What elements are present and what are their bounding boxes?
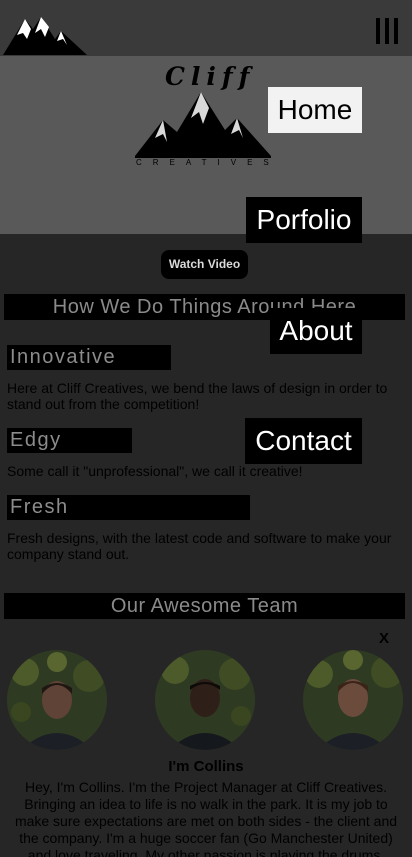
nav-item-porfolio[interactable]: Porfolio	[246, 197, 362, 243]
team-member-avatar[interactable]	[303, 650, 403, 750]
feature-text-innovative: Here at Cliff Creatives, we bend the law…	[7, 380, 388, 412]
team-member-avatar[interactable]	[155, 650, 255, 750]
feature-title-innovative: Innovative	[7, 345, 171, 370]
feature-title-fresh: Fresh	[7, 495, 250, 520]
team-member-bio: Hey, I'm Collins. I'm the Project Manage…	[14, 779, 398, 857]
feature-text-edgy: Some call it "unprofessional", we call i…	[7, 463, 303, 479]
section-heading-team: Our Awesome Team	[4, 593, 405, 619]
top-bar	[0, 0, 412, 56]
mountain-logo-icon	[135, 92, 271, 158]
nav-item-home[interactable]: Home	[268, 87, 362, 133]
feature-title-edgy: Edgy	[7, 428, 132, 453]
nav-item-about[interactable]: About	[270, 308, 362, 354]
hamburger-icon[interactable]	[376, 18, 398, 44]
feature-text-fresh: Fresh designs, with the latest code and …	[7, 530, 392, 562]
mountain-logo-icon[interactable]	[3, 15, 87, 55]
nav-item-contact[interactable]: Contact	[245, 418, 362, 464]
team-member-name: I'm Collins	[168, 758, 244, 775]
watch-video-button[interactable]: Watch Video	[161, 250, 248, 279]
brand-subtitle: CREATIVES	[136, 158, 280, 167]
close-menu-button[interactable]: X	[379, 630, 389, 647]
team-member-avatar[interactable]	[7, 650, 107, 750]
